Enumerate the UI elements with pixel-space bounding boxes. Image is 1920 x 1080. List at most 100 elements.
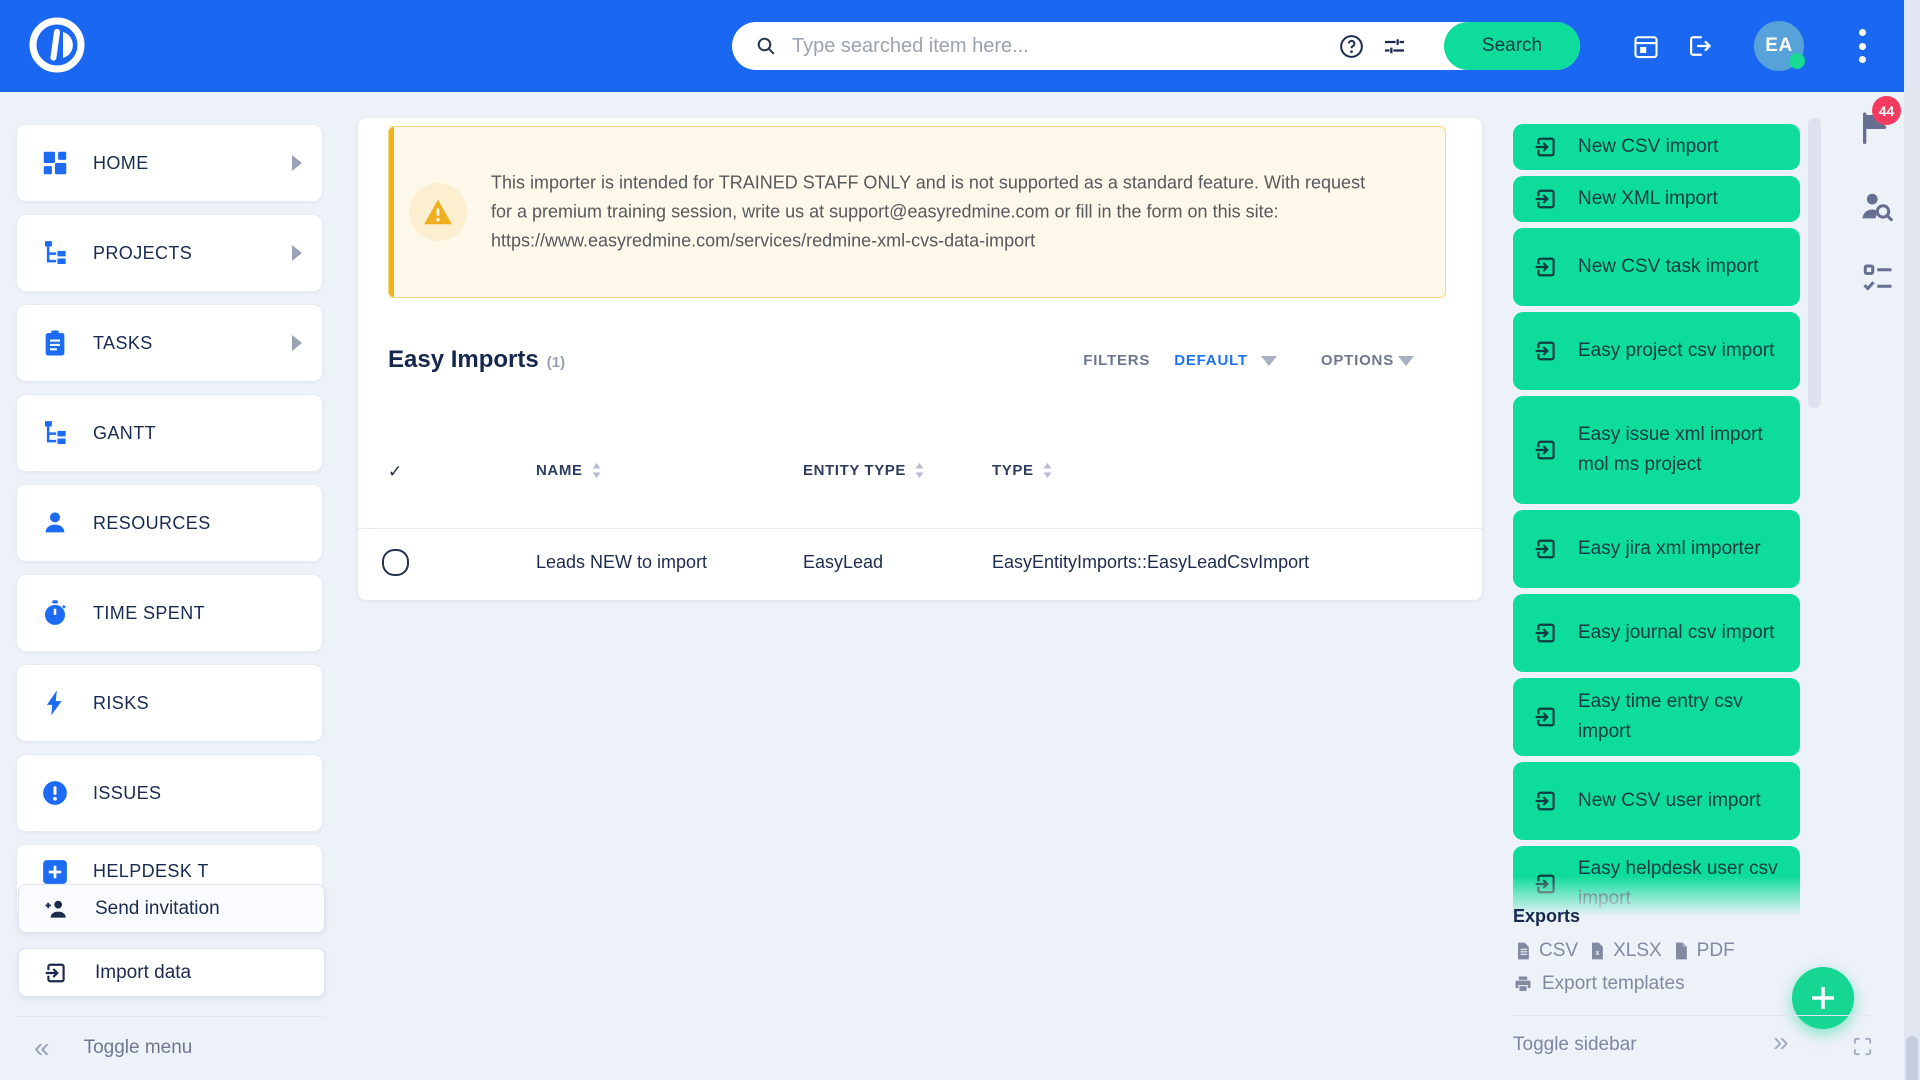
sort-icon [592,463,601,478]
search-button[interactable]: Search [1444,22,1580,70]
search-input[interactable] [790,34,1338,59]
import-data-button[interactable]: Import data [18,948,325,997]
sidebar-item-time-spent[interactable]: TIME SPENT [16,574,323,652]
dashboard-icon [40,148,70,178]
fullscreen-icon[interactable] [1851,1035,1874,1058]
chevron-down-icon[interactable] [1398,356,1414,366]
export-templates-link[interactable]: Export templates [1513,973,1685,995]
easy-issue-xml-import-button[interactable]: Easy issue xml import mol ms project [1513,396,1800,504]
help-icon[interactable] [1338,33,1365,60]
sidebar-item-home[interactable]: HOME [16,124,323,202]
cell-type: EasyEntityImports::EasyLeadCsvImport [992,552,1309,573]
main-panel: This importer is intended for TRAINED ST… [358,118,1482,600]
new-csv-user-import-button[interactable]: New CSV user import [1513,762,1800,840]
add-button[interactable] [1792,967,1854,1029]
import-icon [1533,788,1559,814]
easy-journal-csv-import-button[interactable]: Easy journal csv import [1513,594,1800,672]
import-icon [1533,437,1559,463]
online-status-dot [1789,53,1805,69]
sidebar-item-label: HELPDESK T [93,861,209,882]
action-label: Import data [95,962,191,984]
exports-title: Exports [1513,906,1580,927]
sidebar-item-label: GANTT [93,423,156,444]
column-header-entity-type[interactable]: ENTITY TYPE [803,462,924,479]
toggle-sidebar-control: Toggle sidebar » [1513,1026,1893,1070]
new-csv-import-button[interactable]: New CSV import [1513,124,1800,170]
options-label[interactable]: OPTIONS [1321,352,1394,369]
tree-icon [40,418,70,448]
right-sidebar-scrollbar[interactable] [1808,118,1821,408]
easy-project-csv-import-button[interactable]: Easy project csv import [1513,312,1800,390]
chevron-right-icon [292,155,302,171]
send-invitation-button[interactable]: Send invitation [18,884,325,933]
page-title: Easy Imports(1) [388,346,565,374]
checklist-icon[interactable] [1860,260,1896,296]
import-icon [1533,704,1559,730]
warning-triangle-icon [409,183,467,241]
global-search-bar: Search [732,22,1580,70]
kebab-menu-icon[interactable] [1859,29,1867,63]
clipboard-icon [40,328,70,358]
sidebar-item-label: ISSUES [93,783,161,804]
import-icon [1533,186,1559,212]
page-scrollbar-thumb[interactable] [1906,1036,1918,1080]
new-csv-task-import-button[interactable]: New CSV task import [1513,228,1800,306]
export-xlsx-link[interactable]: x XLSX [1587,940,1662,962]
cell-entity-type: EasyLead [803,552,883,573]
person-add-icon [43,896,69,922]
row-checkbox[interactable] [382,549,409,576]
sidebar-item-resources[interactable]: RESOURCES [16,484,323,562]
sidebar-item-risks[interactable]: RISKS [16,664,323,742]
sort-icon [1043,463,1052,478]
user-search-icon[interactable] [1858,188,1896,226]
sidebar-item-label: RESOURCES [93,513,211,534]
file-icon [1513,941,1533,961]
sidebar-item-issues[interactable]: ISSUES [16,754,323,832]
sidebar-item-projects[interactable]: PROJECTS [16,214,323,292]
easy-time-entry-csv-import-button[interactable]: Easy time entry csv import [1513,678,1800,756]
sidebar-item-label: HOME [93,153,149,174]
sidebar-item-tasks[interactable]: TASKS [16,304,323,382]
chevron-down-icon[interactable] [1261,356,1277,366]
sidebar-item-label: TIME SPENT [93,603,205,624]
sidebar-item-gantt[interactable]: GANTT [16,394,323,472]
import-icon [1533,134,1559,160]
search-icon [754,34,778,58]
file-xlsx-icon: x [1587,941,1607,961]
file-pdf-icon [1671,941,1691,961]
import-icon [1533,536,1559,562]
helpdesk-plus-icon [40,857,70,887]
log-out-icon[interactable] [1686,32,1714,60]
chevrons-left-icon: « [34,1032,50,1064]
easy-jira-xml-importer-button[interactable]: Easy jira xml importer [1513,510,1800,588]
import-icon [1533,254,1559,280]
filters-value[interactable]: DEFAULT [1174,352,1248,369]
sidebar-item-label: TASKS [93,333,153,354]
printer-icon [1513,974,1533,994]
notification-badge: 44 [1872,96,1901,125]
toggle-sidebar-button[interactable]: Toggle sidebar [1513,1034,1637,1056]
new-xml-import-button[interactable]: New XML import [1513,176,1800,222]
bolt-icon [40,688,70,718]
top-header: Search EA [0,0,1904,92]
calendar-icon[interactable] [1632,32,1660,60]
cell-name[interactable]: Leads NEW to import [536,552,707,573]
column-header-name[interactable]: NAME [536,462,601,479]
list-controls: FILTERS DEFAULT OPTIONS [1083,352,1414,369]
page-scrollbar-track[interactable] [1904,0,1920,1080]
easy-redmine-logo-icon[interactable] [28,16,86,74]
toggle-menu-button[interactable]: « Toggle menu [28,1026,308,1070]
sort-icon [915,463,924,478]
exclamation-circle-icon [40,778,70,808]
column-header-type[interactable]: TYPE [992,462,1052,479]
stopwatch-icon [40,598,70,628]
export-pdf-link[interactable]: PDF [1671,940,1735,962]
search-settings-icon[interactable] [1381,33,1408,60]
export-formats: CSV x XLSX PDF [1513,940,1735,962]
select-all-check[interactable]: ✓ [388,462,403,482]
chevrons-right-icon[interactable]: » [1773,1026,1789,1058]
filters-label[interactable]: FILTERS [1083,352,1150,369]
action-label: Send invitation [95,898,220,920]
export-csv-link[interactable]: CSV [1513,940,1578,962]
plus-icon [1808,983,1838,1013]
